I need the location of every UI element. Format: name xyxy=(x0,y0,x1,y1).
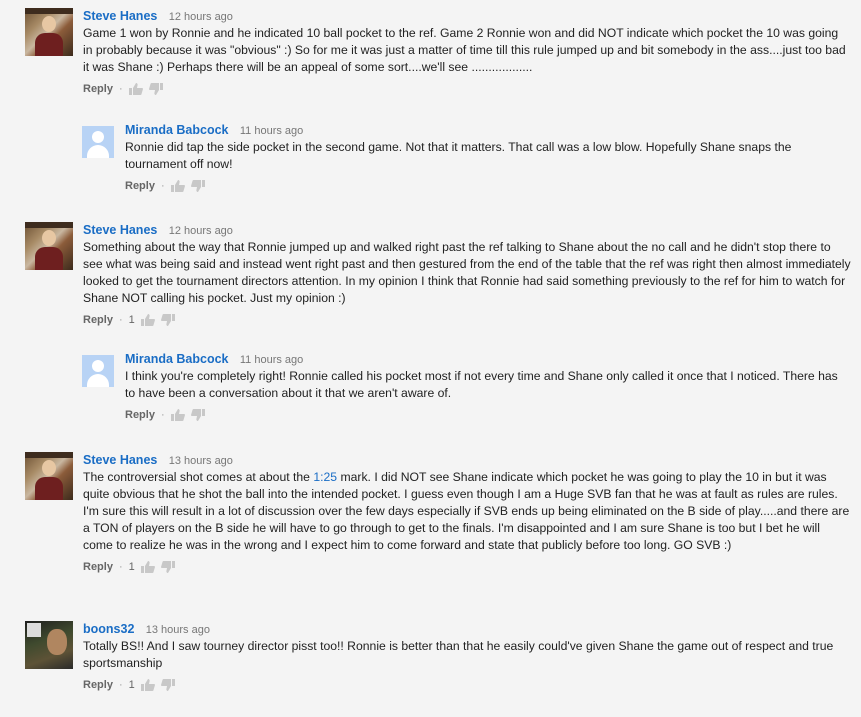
avatar[interactable] xyxy=(25,8,73,56)
thumbs-up-icon[interactable] xyxy=(140,314,155,326)
comment-time[interactable]: 13 hours ago xyxy=(169,455,233,467)
thumbs-down-icon[interactable] xyxy=(190,180,205,192)
comment-text: Totally BS!! And I saw tourney director … xyxy=(83,639,834,670)
avatar[interactable] xyxy=(25,621,73,669)
comment-time[interactable]: 12 hours ago xyxy=(169,11,233,23)
thumbs-up-icon[interactable] xyxy=(128,83,143,95)
reply-button[interactable]: Reply xyxy=(125,407,155,423)
comment-author[interactable]: Steve Hanes xyxy=(83,9,157,23)
reply-button[interactable]: Reply xyxy=(83,312,113,328)
comment-text: The controversial shot comes at about th… xyxy=(83,469,851,554)
reply-button[interactable]: Reply xyxy=(83,559,113,575)
thumbs-down-icon[interactable] xyxy=(160,679,175,691)
video-timestamp-link[interactable]: 1:25 xyxy=(313,470,337,484)
like-count: 1 xyxy=(128,679,135,691)
comment-author[interactable]: Steve Hanes xyxy=(83,223,157,237)
comment-author[interactable]: Miranda Babcock xyxy=(125,123,229,137)
comment-text: Game 1 won by Ronnie and he indicated 10… xyxy=(83,26,846,74)
reply-button[interactable]: Reply xyxy=(83,677,113,693)
avatar[interactable] xyxy=(25,222,73,270)
comment-author[interactable]: Steve Hanes xyxy=(83,453,157,467)
comment-time[interactable]: 12 hours ago xyxy=(169,225,233,237)
reply-button[interactable]: Reply xyxy=(125,178,155,194)
thumbs-down-icon[interactable] xyxy=(160,561,175,573)
thumbs-down-icon[interactable] xyxy=(160,314,175,326)
comment: Steve Hanes 12 hours ago Game 1 won by R… xyxy=(25,8,851,97)
like-count: 1 xyxy=(128,314,135,326)
thumbs-up-icon[interactable] xyxy=(170,409,185,421)
separator: · xyxy=(160,180,165,192)
comment: boons32 13 hours ago Totally BS!! And I … xyxy=(25,621,851,693)
thumbs-down-icon[interactable] xyxy=(190,409,205,421)
separator: · xyxy=(160,409,165,421)
separator: · xyxy=(118,679,123,691)
reply-button[interactable]: Reply xyxy=(83,81,113,97)
avatar[interactable] xyxy=(82,126,114,158)
comment-time[interactable]: 11 hours ago xyxy=(240,354,303,366)
separator: · xyxy=(118,314,123,326)
thumbs-up-icon[interactable] xyxy=(170,180,185,192)
comment-time[interactable]: 11 hours ago xyxy=(240,125,303,137)
avatar[interactable] xyxy=(82,355,114,387)
comment-text: Something about the way that Ronnie jump… xyxy=(83,240,851,305)
separator: · xyxy=(118,83,123,95)
comment: Steve Hanes 13 hours ago The controversi… xyxy=(25,452,851,575)
comment-author[interactable]: boons32 xyxy=(83,622,134,636)
avatar[interactable] xyxy=(25,452,73,500)
comment: Steve Hanes 12 hours ago Something about… xyxy=(25,222,851,328)
comment-text: Ronnie did tap the side pocket in the se… xyxy=(125,140,792,171)
thumbs-up-icon[interactable] xyxy=(140,561,155,573)
comment-author[interactable]: Miranda Babcock xyxy=(125,352,229,366)
thumbs-up-icon[interactable] xyxy=(140,679,155,691)
reply-comment: Miranda Babcock 11 hours ago I think you… xyxy=(82,351,851,423)
thumbs-down-icon[interactable] xyxy=(148,83,163,95)
comment-time[interactable]: 13 hours ago xyxy=(146,624,210,636)
comment-text-part: The controversial shot comes at about th… xyxy=(83,470,314,484)
comment-text: I think you're completely right! Ronnie … xyxy=(125,369,838,400)
like-count: 1 xyxy=(128,561,135,573)
reply-comment: Miranda Babcock 11 hours ago Ronnie did … xyxy=(82,122,851,194)
separator: · xyxy=(118,561,123,573)
